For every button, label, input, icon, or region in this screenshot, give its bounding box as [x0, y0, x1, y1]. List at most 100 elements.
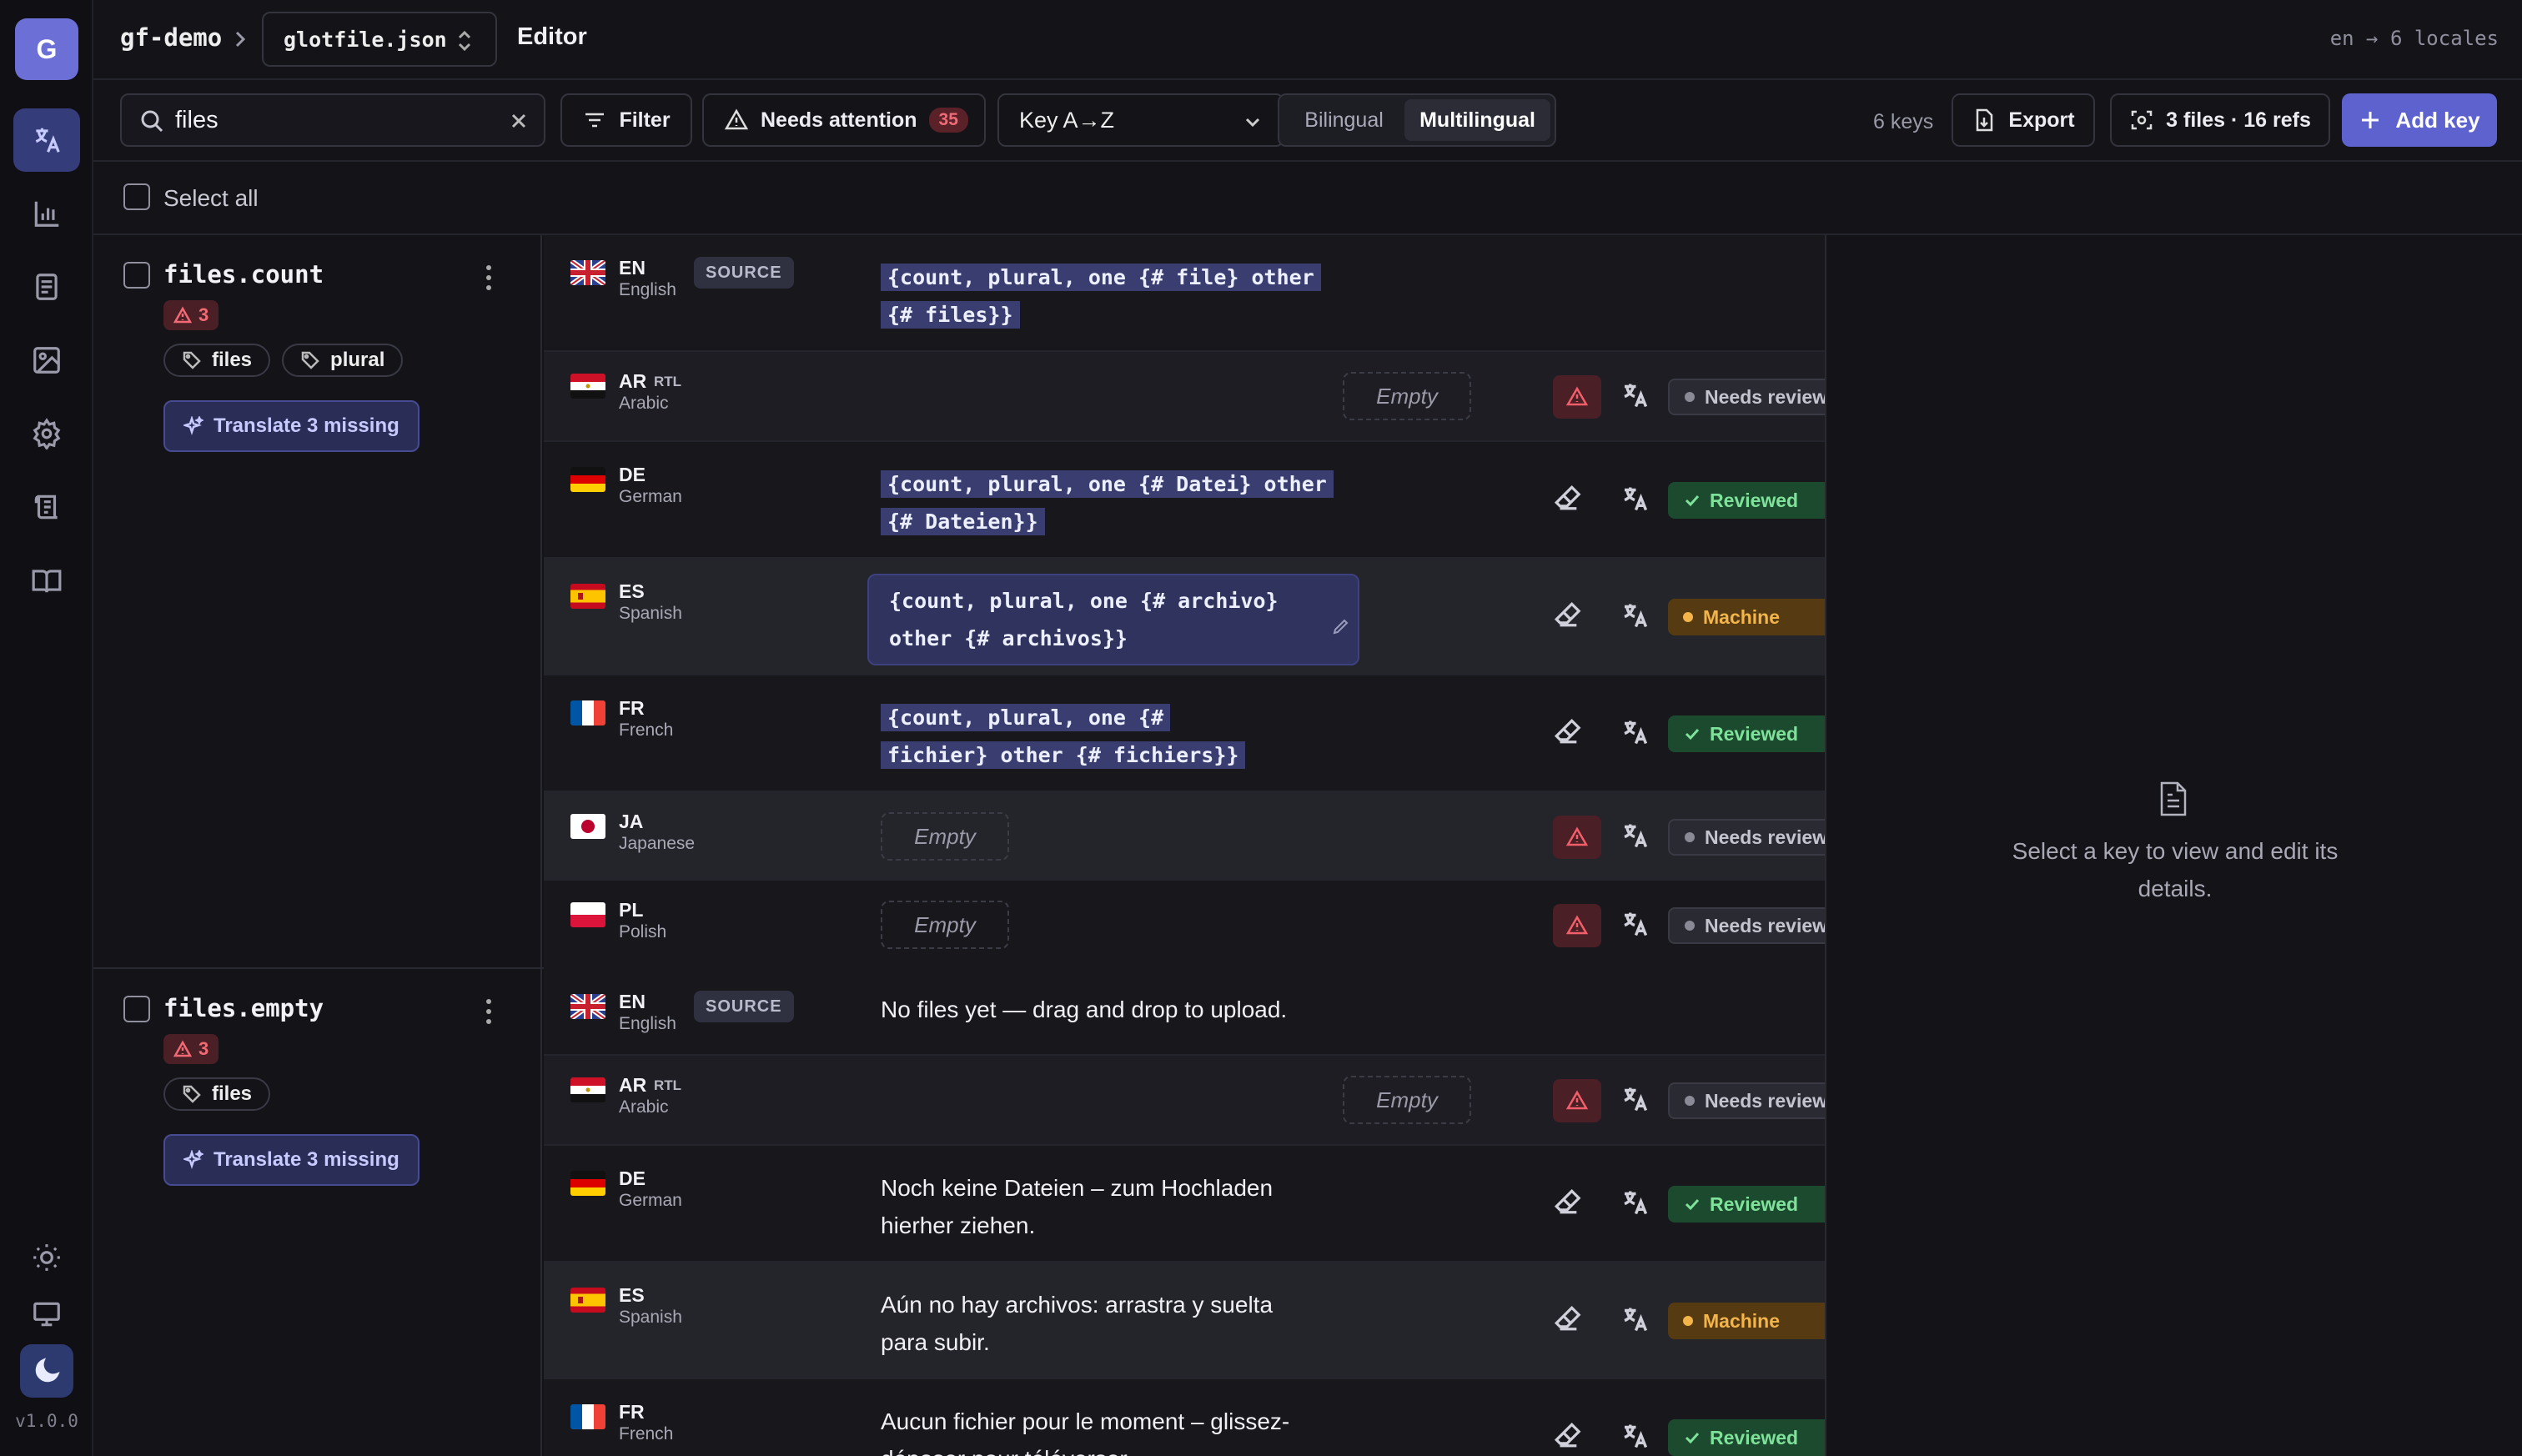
warning-icon — [173, 306, 192, 324]
translation-value[interactable]: Aucun fichier pour le moment – glissez-d… — [881, 1403, 1314, 1456]
status-label: Needs review — [1705, 385, 1828, 408]
locale-row-es: ES Spanish Aún no hay archivos: arrastra… — [544, 1263, 1888, 1379]
translation-value[interactable]: {count, plural, one {# Datei} other {# D… — [881, 465, 1334, 540]
locale-summary: en → 6 locales — [2329, 27, 2499, 50]
refs-button[interactable]: 3 files · 16 refs — [2110, 93, 2330, 147]
scroll-nav-icon[interactable] — [13, 475, 80, 539]
flag-gb-icon — [570, 260, 605, 285]
chevron-down-icon — [1245, 118, 1260, 128]
empty-translation[interactable]: Empty — [881, 812, 1009, 861]
system-theme-icon[interactable] — [13, 1283, 80, 1346]
needs-attention-button[interactable]: Needs attention 35 — [702, 93, 986, 147]
clear-translation-icon[interactable] — [1553, 600, 1581, 629]
tag[interactable]: plural — [282, 344, 404, 377]
machine-translate-icon[interactable] — [1620, 1084, 1650, 1114]
machine-translate-icon[interactable] — [1620, 909, 1650, 939]
filter-button[interactable]: Filter — [560, 93, 692, 147]
empty-translation[interactable]: Empty — [1343, 1076, 1471, 1124]
missing-warning-icon — [1553, 1079, 1601, 1122]
filter-icon — [585, 113, 605, 128]
translation-value[interactable]: Noch keine Dateien – zum Hochladen hierh… — [881, 1169, 1314, 1244]
key-checkbox[interactable] — [123, 262, 150, 289]
key-info: files.count 3 files plural Translate 3 m… — [93, 235, 542, 967]
machine-translate-icon[interactable] — [1620, 1304, 1650, 1334]
warning-count: 3 — [198, 1038, 209, 1059]
add-key-label: Add key — [2395, 107, 2480, 133]
breadcrumb-project[interactable]: gf-demo — [120, 23, 222, 52]
machine-translate-icon[interactable] — [1620, 380, 1650, 410]
clear-translation-icon[interactable] — [1553, 1304, 1581, 1333]
rtl-badge: RTL — [654, 1077, 682, 1093]
status-dropdown[interactable]: Reviewed — [1668, 1419, 1825, 1456]
rtl-badge: RTL — [654, 374, 682, 389]
export-label: Export — [2008, 108, 2075, 132]
tag[interactable]: files — [163, 344, 271, 377]
clear-translation-icon[interactable] — [1553, 1187, 1581, 1216]
image-nav-icon[interactable] — [13, 329, 80, 392]
locale-row-ja: JA Japanese Empty Needs review — [544, 792, 1888, 881]
app-window: G v1.0.0 gf-demo glotfile.json Editor en… — [0, 0, 2522, 1456]
export-file-icon — [1977, 108, 1993, 132]
file-selector[interactable]: glotfile.json — [262, 12, 497, 67]
key-name[interactable]: files.count — [163, 260, 324, 289]
tag[interactable]: files — [163, 1077, 271, 1111]
sort-select[interactable]: Key A→Z — [997, 93, 1284, 147]
machine-translate-icon[interactable] — [1620, 1187, 1650, 1218]
translation-value[interactable]: Aún no hay archivos: arrastra y suelta p… — [881, 1286, 1314, 1361]
machine-translate-icon[interactable] — [1620, 600, 1650, 630]
light-theme-icon[interactable] — [13, 1226, 80, 1289]
empty-translation[interactable]: Empty — [881, 901, 1009, 949]
empty-translation[interactable]: Empty — [1343, 372, 1471, 420]
dark-theme-icon[interactable] — [20, 1344, 73, 1398]
more-options-icon[interactable] — [484, 999, 494, 1024]
add-key-button[interactable]: Add key — [2342, 93, 2497, 147]
locale-code: ES — [619, 1284, 645, 1306]
export-button[interactable]: Export — [1952, 93, 2095, 147]
tag-list: files plural — [163, 344, 404, 377]
clear-translation-icon[interactable] — [1553, 1421, 1581, 1449]
app-logo[interactable]: G — [15, 18, 78, 80]
locale-name: Arabic — [619, 1097, 669, 1117]
locale-name: English — [619, 280, 676, 299]
key-name[interactable]: files.empty — [163, 994, 324, 1022]
clear-translation-icon[interactable] — [1553, 717, 1581, 746]
needs-attention-count: 35 — [928, 108, 968, 133]
missing-warning-icon — [1553, 904, 1601, 947]
edit-icon[interactable] — [1324, 609, 1349, 635]
translation-value[interactable]: {count, plural, one {# fichier} other {#… — [881, 699, 1273, 774]
detail-panel: Select a key to view and edit its detail… — [1825, 235, 2522, 1456]
status-label: Needs review — [1705, 826, 1828, 848]
tag-icon — [301, 351, 319, 369]
locale-code: AR — [619, 370, 647, 392]
clear-search-icon[interactable] — [507, 109, 530, 133]
locale-name: Polish — [619, 922, 667, 941]
translate-missing-button[interactable]: Translate 3 missing — [163, 1134, 419, 1186]
tag-icon — [183, 1085, 201, 1103]
select-all-checkbox[interactable] — [123, 183, 150, 210]
key-checkbox[interactable] — [123, 996, 150, 1022]
source-value[interactable]: {count, plural, one {# file} other {# fi… — [881, 259, 1331, 334]
machine-translate-icon[interactable] — [1620, 1421, 1650, 1451]
settings-nav-icon[interactable] — [13, 402, 80, 465]
locale-code: JA — [619, 811, 644, 832]
translation-editor[interactable]: {count, plural, one {# archivo} other {#… — [867, 574, 1359, 665]
machine-translate-icon[interactable] — [1620, 484, 1650, 514]
view-bilingual-option[interactable]: Bilingual — [1284, 99, 1404, 141]
clear-translation-icon[interactable] — [1553, 484, 1581, 512]
view-multilingual-option[interactable]: Multilingual — [1404, 99, 1550, 141]
source-value[interactable]: No files yet — drag and drop to upload. — [881, 991, 1464, 1028]
search-icon — [138, 108, 165, 134]
machine-translate-icon[interactable] — [1620, 717, 1650, 747]
translate-missing-button[interactable]: Translate 3 missing — [163, 400, 419, 452]
more-options-icon[interactable] — [484, 265, 494, 290]
translate-missing-label: Translate 3 missing — [214, 414, 399, 437]
book-nav-icon[interactable] — [13, 549, 80, 612]
flag-es-icon — [570, 584, 605, 609]
chart-nav-icon[interactable] — [13, 182, 80, 245]
document-nav-icon[interactable] — [13, 255, 80, 319]
machine-translate-icon[interactable] — [1620, 821, 1650, 851]
search-input[interactable] — [175, 103, 492, 137]
translate-nav-icon[interactable] — [13, 108, 80, 172]
locale-code: FR — [619, 1401, 645, 1423]
status-label: Reviewed — [1710, 722, 1799, 745]
